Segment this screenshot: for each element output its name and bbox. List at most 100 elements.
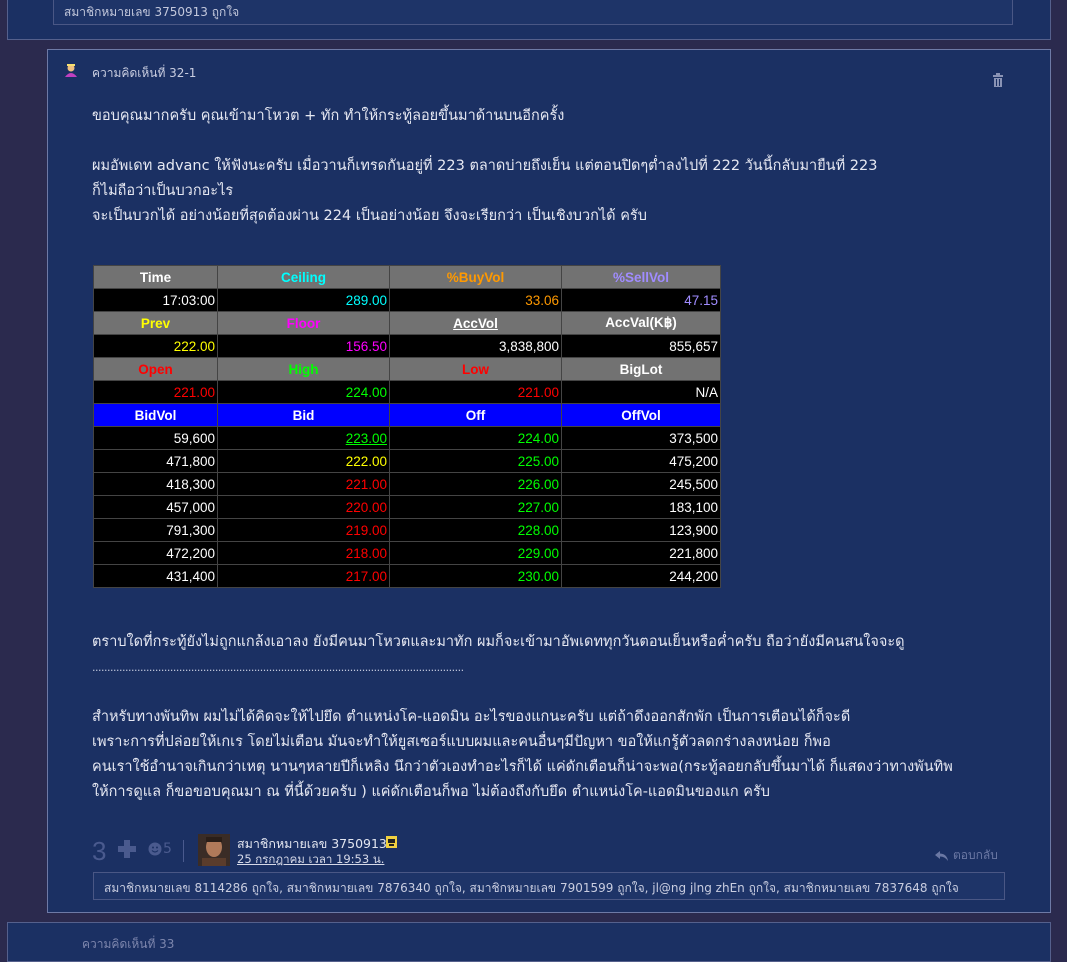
bid-price: 221.00 xyxy=(217,472,390,496)
stock-quote-table: Time Ceiling %BuyVol %SellVol 17:03:00 2… xyxy=(93,265,721,588)
stock-value-row: 222.00 156.50 3,838,800 855,657 xyxy=(93,334,721,358)
stock-header: %BuyVol xyxy=(389,265,562,289)
stock-header: Off xyxy=(389,403,562,427)
likes-list: สมาชิกหมายเลข 8114286 ถูกใจ, สมาชิกหมายเ… xyxy=(93,872,1005,900)
bid-volume: 791,300 xyxy=(93,518,218,542)
stock-value: 221.00 xyxy=(389,380,562,404)
bid-volume: 431,400 xyxy=(93,564,218,588)
stock-value-row: 221.00 224.00 221.00 N/A xyxy=(93,380,721,404)
offer-price: 230.00 xyxy=(389,564,562,588)
stock-header: Time xyxy=(93,265,218,289)
body-paragraph: ผมอัพเดท advanc ให้ฟังนะครับ เมื่อวานก็เ… xyxy=(92,158,878,174)
comment-body-continued: ตราบใดที่กระทู้ยังไม่ถูกแกล้งเอาลง ยังมี… xyxy=(92,630,1012,805)
offer-price: 227.00 xyxy=(389,495,562,519)
plus-vote-icon[interactable] xyxy=(118,840,136,858)
divider xyxy=(183,840,184,862)
offer-volume: 373,500 xyxy=(561,426,721,450)
offer-price: 224.00 xyxy=(389,426,562,450)
stock-value: 224.00 xyxy=(217,380,390,404)
body-paragraph: ก็ไม่ถือว่าเป็นบวกอะไร xyxy=(92,183,234,199)
next-comment-card: ความคิดเห็นที่ 33 xyxy=(7,922,1051,962)
bidoffer-row: 472,200 218.00 229.00 221,800 xyxy=(93,541,721,565)
stock-header: Open xyxy=(93,357,218,381)
stock-header: Low xyxy=(389,357,562,381)
stock-value: 855,657 xyxy=(561,334,721,358)
bidoffer-row: 59,600 223.00 224.00 373,500 xyxy=(93,426,721,450)
stock-header: High xyxy=(217,357,390,381)
previous-comment-card: สมาชิกหมายเลข 3750913 ถูกใจ xyxy=(7,0,1051,40)
offer-volume: 475,200 xyxy=(561,449,721,473)
stock-header: Bid xyxy=(217,403,390,427)
offer-price: 225.00 xyxy=(389,449,562,473)
bid-price: 223.00 xyxy=(217,426,390,450)
stock-header: BidVol xyxy=(93,403,218,427)
stock-value: N/A xyxy=(561,380,721,404)
comment-body: ขอบคุณมากครับ คุณเข้ามาโหวต + ทัก ทำให้ก… xyxy=(92,104,1012,229)
bid-price: 222.00 xyxy=(217,449,390,473)
bid-volume: 457,000 xyxy=(93,495,218,519)
body-paragraph: ให้การดูแล ก็ขอขอบคุณมา ณ ที่นี้ด้วยครับ… xyxy=(92,784,770,800)
stock-value: 221.00 xyxy=(93,380,218,404)
stock-value: 47.15 xyxy=(561,288,721,312)
bid-volume: 418,300 xyxy=(93,472,218,496)
stock-value-row: 17:03:00 289.00 33.06 47.15 xyxy=(93,288,721,312)
vote-count: 3 xyxy=(92,836,107,866)
offer-volume: 221,800 xyxy=(561,541,721,565)
reply-icon xyxy=(935,850,948,861)
offer-volume: 123,900 xyxy=(561,518,721,542)
stock-header: Floor xyxy=(217,311,390,335)
offer-price: 229.00 xyxy=(389,541,562,565)
stock-value: 289.00 xyxy=(217,288,390,312)
emotion-count: 5 xyxy=(163,841,172,857)
bid-volume: 59,600 xyxy=(93,426,218,450)
avatar-image xyxy=(198,834,230,866)
stock-value: 3,838,800 xyxy=(389,334,562,358)
stock-value: 222.00 xyxy=(93,334,218,358)
avatar[interactable] xyxy=(198,834,230,866)
user-avatar-icon xyxy=(65,64,77,77)
bid-volume: 471,800 xyxy=(93,449,218,473)
offer-volume: 183,100 xyxy=(561,495,721,519)
reply-label: ตอบกลับ xyxy=(953,848,998,862)
stock-header: Ceiling xyxy=(217,265,390,289)
stock-header-row: Open High Low BigLot xyxy=(93,357,721,381)
bidoffer-row: 471,800 222.00 225.00 475,200 xyxy=(93,449,721,473)
offer-volume: 244,200 xyxy=(561,564,721,588)
member-badge-icon xyxy=(386,836,397,848)
bid-price: 217.00 xyxy=(217,564,390,588)
stock-header-row: Prev Floor AccVol AccVal(K฿) xyxy=(93,311,721,335)
stock-value: 156.50 xyxy=(217,334,390,358)
bid-price: 219.00 xyxy=(217,518,390,542)
previous-likes-list: สมาชิกหมายเลข 3750913 ถูกใจ xyxy=(53,0,1013,25)
reply-button[interactable]: ตอบกลับ xyxy=(935,846,998,865)
bid-volume: 472,200 xyxy=(93,541,218,565)
comment-number: ความคิดเห็นที่ 32-1 xyxy=(92,66,197,80)
body-paragraph: ขอบคุณมากครับ คุณเข้ามาโหวต + ทัก ทำให้ก… xyxy=(92,108,565,124)
stock-header: BigLot xyxy=(561,357,721,381)
body-blank-line xyxy=(92,129,1012,154)
trash-icon[interactable] xyxy=(992,73,1004,87)
body-paragraph: ตราบใดที่กระทู้ยังไม่ถูกแกล้งเอาลง ยังมี… xyxy=(92,634,905,650)
bidoffer-row: 431,400 217.00 230.00 244,200 xyxy=(93,564,721,588)
bidoffer-row: 791,300 219.00 228.00 123,900 xyxy=(93,518,721,542)
stock-header-row: Time Ceiling %BuyVol %SellVol xyxy=(93,265,721,289)
stock-header: OffVol xyxy=(561,403,721,427)
offer-price: 226.00 xyxy=(389,472,562,496)
comment-footer: 3 5 สมาชิกหมายเลข 3750913 25 กรกฎาคม เวล… xyxy=(92,832,1012,868)
body-blank-line xyxy=(92,680,1012,705)
bid-price: 218.00 xyxy=(217,541,390,565)
next-comment-number: ความคิดเห็นที่ 33 xyxy=(82,937,175,951)
stock-header: %SellVol xyxy=(561,265,721,289)
bid-price: 220.00 xyxy=(217,495,390,519)
body-paragraph: สำหรับทางพันทิพ ผมไม่ได้คิดจะให้ไปยึด ตำ… xyxy=(92,709,851,725)
post-date[interactable]: 25 กรกฎาคม เวลา 19:53 น. xyxy=(237,851,384,869)
stock-header: Prev xyxy=(93,311,218,335)
comment-card: ความคิดเห็นที่ 32-1 ขอบคุณมากครับ คุณเข้… xyxy=(47,49,1051,913)
body-paragraph: จะเป็นบวกได้ อย่างน้อยที่สุดต้องผ่าน 224… xyxy=(92,208,647,224)
stock-value: 33.06 xyxy=(389,288,562,312)
stock-header: AccVal(K฿) xyxy=(561,311,721,335)
offer-volume: 245,500 xyxy=(561,472,721,496)
stock-value: 17:03:00 xyxy=(93,288,218,312)
stock-header: AccVol xyxy=(389,311,562,335)
emotion-icon[interactable] xyxy=(148,842,162,856)
